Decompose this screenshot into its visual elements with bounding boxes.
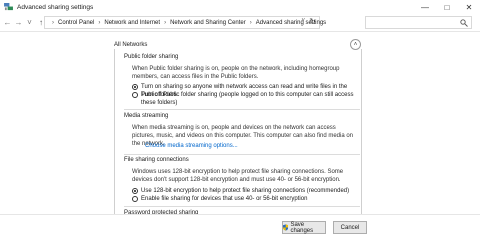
option-label: Enable file sharing for devices that use… — [141, 196, 308, 202]
breadcrumb-network-and-sharing-center[interactable]: Network and Sharing Center — [170, 20, 246, 26]
forward-button[interactable]: → — [13, 16, 24, 30]
back-button[interactable]: ← — [2, 16, 13, 30]
divider — [124, 109, 360, 110]
option-label: Use 128-bit encryption to help protect f… — [141, 188, 350, 194]
radio-selected-icon[interactable] — [132, 84, 138, 90]
public-folder-sharing-description: When Public folder sharing is on, people… — [132, 66, 340, 80]
file-sharing-connections-description: Windows uses 128-bit encryption to help … — [132, 169, 344, 183]
navigation-bar: ← → ˅ ↑ › Control Panel › Network and In… — [0, 14, 480, 32]
search-icon — [460, 19, 468, 27]
section-title: All Networks — [114, 42, 148, 48]
encryption-128-option[interactable]: Use 128-bit encryption to help protect f… — [132, 187, 360, 195]
file-sharing-connections-heading: File sharing connections — [124, 157, 189, 163]
footer-bar: Save changes Cancel — [0, 214, 480, 240]
public-sharing-off-option[interactable]: Turn off Public folder sharing (people l… — [132, 91, 360, 107]
window-controls: — □ ✕ — [414, 0, 480, 14]
settings-content: All Networks ˄ Public folder sharing Whe… — [0, 32, 480, 240]
media-streaming-options-link[interactable]: Choose media streaming options... — [145, 143, 238, 149]
network-icon — [4, 3, 13, 11]
window-title: Advanced sharing settings — [17, 3, 94, 11]
radio-selected-icon[interactable] — [132, 188, 138, 194]
maximize-button[interactable]: □ — [436, 0, 458, 14]
close-button[interactable]: ✕ — [458, 0, 480, 14]
search-input[interactable] — [365, 16, 472, 29]
media-streaming-heading: Media streaming — [124, 113, 169, 119]
option-label: Turn off Public folder sharing (people l… — [141, 92, 354, 106]
public-folder-sharing-heading: Public folder sharing — [124, 54, 179, 60]
breadcrumb-separator[interactable]: › — [98, 20, 100, 26]
uac-shield-icon — [283, 224, 289, 231]
breadcrumb-separator: › — [52, 19, 54, 26]
breadcrumb-network-and-internet[interactable]: Network and Internet — [104, 20, 160, 26]
address-bar[interactable]: › Control Panel › Network and Internet ›… — [44, 16, 326, 29]
radio-unselected-icon[interactable] — [132, 92, 138, 98]
radio-unselected-icon[interactable] — [132, 196, 138, 202]
encryption-40-56-option[interactable]: Enable file sharing for devices that use… — [132, 195, 360, 203]
breadcrumb-separator[interactable]: › — [164, 20, 166, 26]
cancel-button[interactable]: Cancel — [333, 221, 367, 234]
recent-locations-button[interactable]: ˅ — [24, 16, 35, 30]
divider — [124, 206, 360, 207]
divider — [124, 154, 360, 155]
minimize-button[interactable]: — — [414, 0, 436, 14]
save-changes-button[interactable]: Save changes — [282, 221, 326, 234]
breadcrumb-control-panel[interactable]: Control Panel — [58, 20, 94, 26]
refresh-button[interactable]: ↻ — [309, 17, 316, 26]
address-dropdown-button[interactable]: ˅ — [301, 18, 305, 24]
title-bar: Advanced sharing settings — □ ✕ — [0, 0, 480, 14]
breadcrumb-separator[interactable]: › — [250, 20, 252, 26]
save-changes-label: Save changes — [290, 221, 314, 234]
